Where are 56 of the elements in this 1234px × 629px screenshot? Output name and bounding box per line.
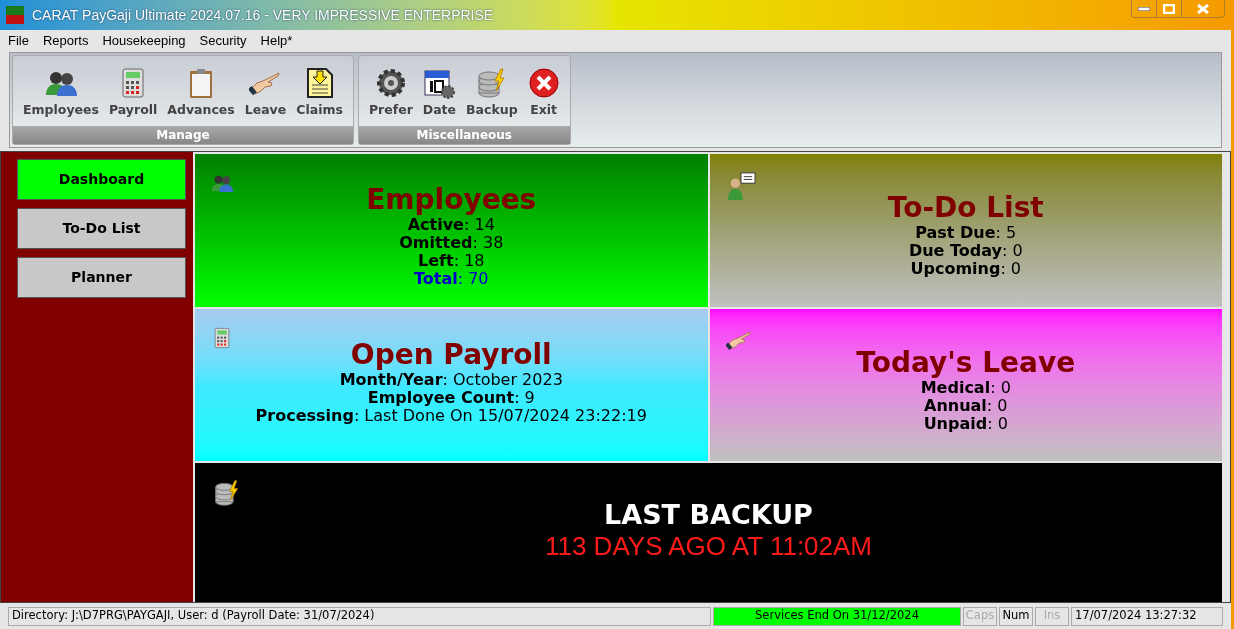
toolbar-button[interactable]: Date <box>418 62 461 120</box>
status-panel: Caps <box>963 606 997 626</box>
tile-stat: Due Today: 0 <box>908 242 1023 260</box>
tile-stat: Left: 18 <box>418 252 485 270</box>
tile-stat: Processing: Last Done On 15/07/2024 23:22:19 <box>255 407 647 425</box>
tile-stat: Unpaid: 0 <box>923 415 1008 433</box>
person-message-icon <box>725 172 756 200</box>
sidebar-button[interactable]: To-Do List <box>17 208 186 249</box>
backup-title: LAST BACKUP <box>604 499 813 531</box>
backup-age: 113 DAYS AGO AT 11:02AM <box>544 531 873 561</box>
status-panel: Ins <box>1035 606 1069 626</box>
status-panel: 17/07/2024 13:27:32 <box>1071 606 1223 626</box>
minimize-icon <box>1138 6 1150 11</box>
toolbar-group-label: Miscellaneous <box>358 126 570 144</box>
close-icon <box>1197 3 1209 14</box>
menu-item[interactable]: Reports <box>42 31 89 51</box>
sidebar-button[interactable]: Dashboard <box>17 159 186 200</box>
toolbar-group-label: Manage <box>13 126 353 144</box>
maximize-icon <box>1163 3 1175 14</box>
tile-stat: Active: 14 <box>407 216 495 234</box>
tile-stat: Annual: 0 <box>924 397 1008 415</box>
tile-stat: Total: 70 <box>413 270 489 288</box>
sidebar-button[interactable]: Planner <box>17 257 186 298</box>
people-icon <box>211 172 233 194</box>
calculator-icon <box>211 327 233 349</box>
toolbar-button[interactable]: Prefer <box>364 62 417 120</box>
menu-item[interactable]: Help* <box>260 31 293 51</box>
tile-stat: Omitted: 38 <box>399 234 504 252</box>
tile-stat: Employee Count: 9 <box>367 389 535 407</box>
toolbar-button[interactable]: Backup <box>462 62 522 120</box>
toolbar-button[interactable]: Claims <box>292 62 347 120</box>
close-icon <box>527 66 560 99</box>
app-logo-icon <box>6 6 24 24</box>
tile-stat: Upcoming: 0 <box>910 260 1022 278</box>
window-title: CARAT PayGaji Ultimate 2024.07.16 - VERY IMPRESSIVE ENTERPRISE <box>32 5 494 25</box>
tile-stat: Medical: 0 <box>920 379 1011 397</box>
menu-item[interactable]: Security <box>199 31 247 51</box>
tile-stat: Past Due: 5 <box>915 224 1017 242</box>
tile-title: Employees <box>366 184 537 216</box>
database-icon <box>213 479 241 507</box>
toolbar-button[interactable]: Exit <box>523 62 564 120</box>
toolbar-button[interactable]: Employees <box>19 62 103 120</box>
tile-title: To-Do List <box>887 192 1044 224</box>
menu-item[interactable]: File <box>8 31 29 51</box>
tile-title: Today's Leave <box>856 347 1076 379</box>
toolbar-button[interactable]: Leave <box>240 62 291 120</box>
gear-icon <box>374 66 407 99</box>
tile-stat: Month/Year: October 2023 <box>339 371 563 389</box>
toolbar-button[interactable]: Payroll <box>104 62 162 120</box>
status-panel: Num <box>999 606 1033 626</box>
database-icon <box>475 66 508 99</box>
toolbar-button[interactable]: Advances <box>163 62 239 120</box>
menu-item[interactable]: Housekeeping <box>102 31 186 51</box>
status-panel: Services End On 31/12/2024 <box>713 606 961 626</box>
status-panel: Directory: J:\D7PRG\PAYGAJI, User: d (Payroll Date: 31/07/2024) <box>8 606 711 626</box>
tile-title: Open Payroll <box>350 339 552 371</box>
